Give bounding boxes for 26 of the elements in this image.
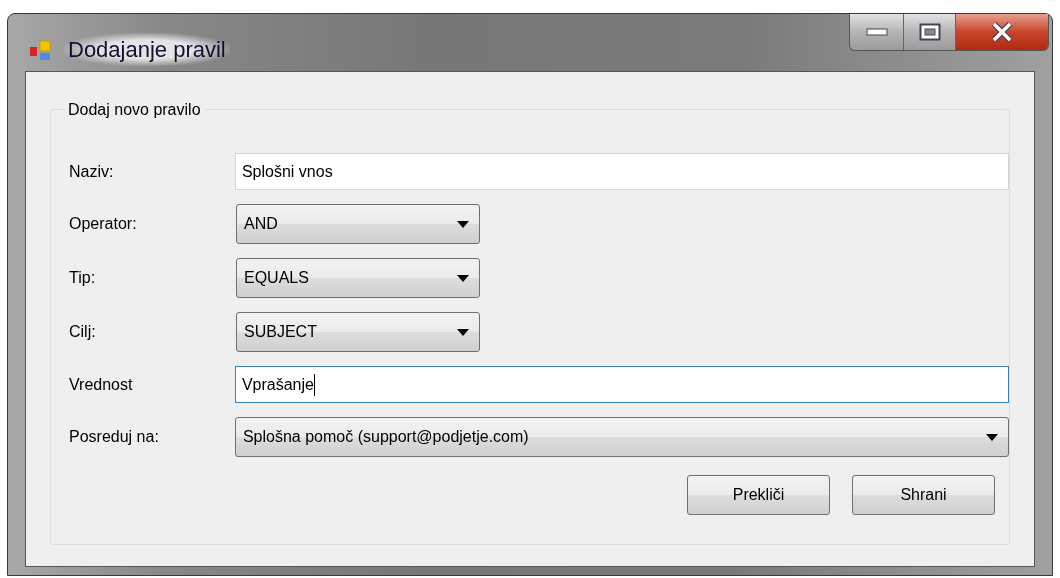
dialog-button[interactable]: Shrani [852,475,995,515]
text-cursor [313,373,316,396]
minimize-button[interactable] [850,14,904,50]
dropdown[interactable]: EQUALS [236,258,480,298]
caret-icon [986,433,998,441]
close-icon [991,22,1013,42]
maximize-icon [918,23,941,41]
text-field[interactable]: Splošni vnos [234,153,1009,190]
dropdown[interactable]: SUBJECT [236,312,480,352]
caret-icon [457,274,469,282]
field-label: Tip: [69,268,97,288]
text-field[interactable]: Vprašanje [234,366,1009,403]
caret-icon [457,328,469,336]
field-label: Operator: [69,214,138,234]
maximize-button[interactable] [904,14,956,50]
window-title: Dodajanje pravil [64,33,230,66]
caret-icon [457,220,469,228]
dropdown[interactable]: AND [236,204,480,244]
field-label: Posreduj na: [69,427,160,447]
field-label: Naziv: [69,161,115,182]
close-button[interactable] [956,14,1048,50]
field-label: Vrednost [69,374,134,395]
minimize-icon [865,28,888,36]
dialog-button[interactable]: Prekliči [687,475,830,515]
dropdown[interactable]: Splošna pomoč (support@podjetje.com) [234,417,1009,457]
field-label: Cilj: [69,322,97,342]
